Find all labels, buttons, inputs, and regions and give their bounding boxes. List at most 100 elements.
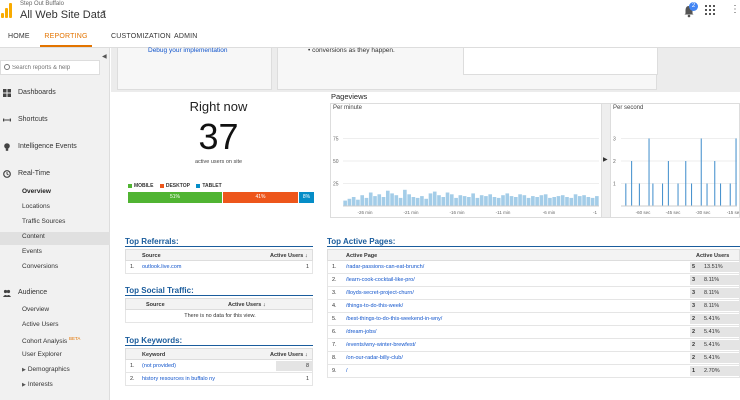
keyword-link[interactable]: history resources in buffalo ny [142,376,215,382]
active-page-link[interactable]: / [346,368,348,374]
sidebar-item-active-users[interactable]: Active Users [22,321,58,328]
sidebar-item-realtime-overview[interactable]: Overview [22,188,51,195]
active-users-value: 2 [692,316,696,322]
row-number: 7. [332,342,337,348]
pageview-bar [390,193,394,206]
pageview-bar [347,198,352,206]
active-page-link[interactable]: /things-to-do-this-week/ [346,303,403,309]
active-page-link[interactable]: /events/wny-winter-brewfest/ [346,342,416,348]
expand-triangle-icon: ▶ [22,367,26,373]
sidebar-item-content[interactable]: Content [22,233,45,240]
col-active-users[interactable]: Active Users ↓ [228,302,266,308]
search-box[interactable] [0,60,100,75]
caret-down-icon[interactable]: ▼ [101,10,107,16]
per-minute-chart: Per minute 75 50 25 -26 min -21 min -16 min -1… [330,103,602,218]
sidebar-item-intelligence[interactable]: Intelligence Events [0,140,110,154]
pageview-bar [535,197,539,206]
tab-reporting[interactable]: REPORTING [40,27,92,47]
active-page-link[interactable]: /lloyds-secret-project-churn/ [346,290,414,296]
collapse-sidebar-icon[interactable]: ◀ [102,53,107,60]
active-users-percent: 8.11% [704,277,720,283]
pageview-bar [662,183,664,206]
pageview-bar [573,194,578,206]
table-row: 1. /radar-passions-can-eat-brunch/5 13.51% [327,261,740,274]
active-users-percent: 8.11% [704,303,720,309]
table-row: 2. history resources in buffalo ny 1 [125,373,313,386]
active-users-value: 3 [692,290,696,296]
debug-implementation-link[interactable]: Debug your implementation [148,47,228,54]
sidebar-item-events[interactable]: Events [22,248,42,255]
analytics-logo-icon [0,2,14,18]
pageview-bar [638,183,640,206]
col-active-users[interactable]: Active Users ↓ [270,253,308,259]
pageview-bar [492,197,497,206]
sidebar-item-traffic-sources[interactable]: Traffic Sources [22,218,65,225]
referral-source-link[interactable]: outlook.live.com [142,264,181,270]
pageview-bar [560,195,565,206]
pageview-bar [432,191,437,206]
pageview-bar [437,195,441,206]
pageview-bar [488,194,493,206]
y-tick-label: 3 [613,137,616,143]
sidebar-item-user-explorer[interactable]: User Explorer [22,351,62,358]
tab-customization[interactable]: CUSTOMIZATION [111,27,171,47]
col-active-users[interactable]: Active Users [696,253,729,259]
pageview-bar [685,161,687,206]
pageview-bar [543,194,548,206]
active-users-value: 5 [692,264,696,270]
sort-arrow-icon: ↓ [304,352,308,358]
keyword-link[interactable]: (not provided) [142,363,176,369]
col-source: Source [146,302,165,308]
table-row: 5. /best-things-to-do-this-weekend-in-wny… [327,313,740,326]
active-users-percent: 5.41% [704,329,720,335]
sidebar-item-demographics[interactable]: ▶ Demographics [22,366,70,373]
active-users-percent: 5.41% [704,342,720,348]
tab-admin[interactable]: ADMIN [174,27,198,47]
y-tick-label: 50 [333,159,339,165]
pageview-bar [356,199,360,206]
beta-badge: BETA [68,336,81,341]
view-selector[interactable]: All Web Site Data [20,9,106,21]
sidebar-item-interests[interactable]: ▶ Interests [22,381,53,388]
more-options-icon[interactable]: ⋮ [730,4,740,15]
active-users-value: 8 [306,363,310,369]
sidebar-item-label: Demographics [27,366,70,373]
col-active-users[interactable]: Active Users ↓ [270,352,308,358]
device-segment: 41% [223,192,298,203]
sidebar-item-audience[interactable]: Audience [0,286,110,300]
sidebar-item-conversions[interactable]: Conversions [22,263,58,270]
device-legend: MOBILE DESKTOP TABLET [128,183,227,189]
y-tick-label: 2 [613,159,616,165]
active-users-value: 2 [692,342,696,348]
table-row: 2. /learn-cook-cocktail-like-pro/3 8.11% [327,274,740,287]
search-input[interactable] [12,62,98,73]
main-tabs: HOME REPORTING CUSTOMIZATION ADMIN [0,27,740,48]
legend-tablet: TABLET [196,183,222,189]
active-page-link[interactable]: /radar-passions-can-eat-brunch/ [346,264,424,270]
intro-panel-left: Debug your implementation [117,47,272,90]
top-pages-title: Top Active Pages: [327,237,740,247]
sidebar-item-audience-overview[interactable]: Overview [22,306,49,313]
intro-bullet-text: • conversions as they happen. [308,47,395,54]
active-users-percent: 2.70% [704,368,720,374]
active-page-link[interactable]: /best-things-to-do-this-weekend-in-wny/ [346,316,442,322]
chart-scroll-arrow-icon[interactable]: ▶ [603,156,608,163]
table-row: 3. /lloyds-secret-project-churn/3 8.11% [327,287,740,300]
active-page-link[interactable]: /dream-jobs/ [346,329,377,335]
sidebar-item-dashboards[interactable]: Dashboards [0,86,110,100]
pageview-bar [526,197,531,206]
active-page-link[interactable]: /learn-cook-cocktail-like-pro/ [346,277,415,283]
apps-grid-icon[interactable] [705,5,715,15]
sidebar-item-cohort[interactable]: Cohort Analysis BETA [22,336,80,345]
pageview-bar [652,183,654,206]
table-row: 6. /dream-jobs/2 5.41% [327,326,740,339]
sidebar-item-shortcuts[interactable]: Shortcuts [0,113,110,127]
sidebar-item-locations[interactable]: Locations [22,203,50,210]
table-row: 4. /things-to-do-this-week/3 8.11% [327,300,740,313]
pageview-bar [729,183,731,206]
active-page-link[interactable]: /on-our-radar-billy-club/ [346,355,403,361]
search-icon [4,64,10,70]
tab-home[interactable]: HOME [8,27,30,47]
pageview-bar [677,183,679,206]
sidebar-item-realtime[interactable]: Real-Time [0,167,110,181]
